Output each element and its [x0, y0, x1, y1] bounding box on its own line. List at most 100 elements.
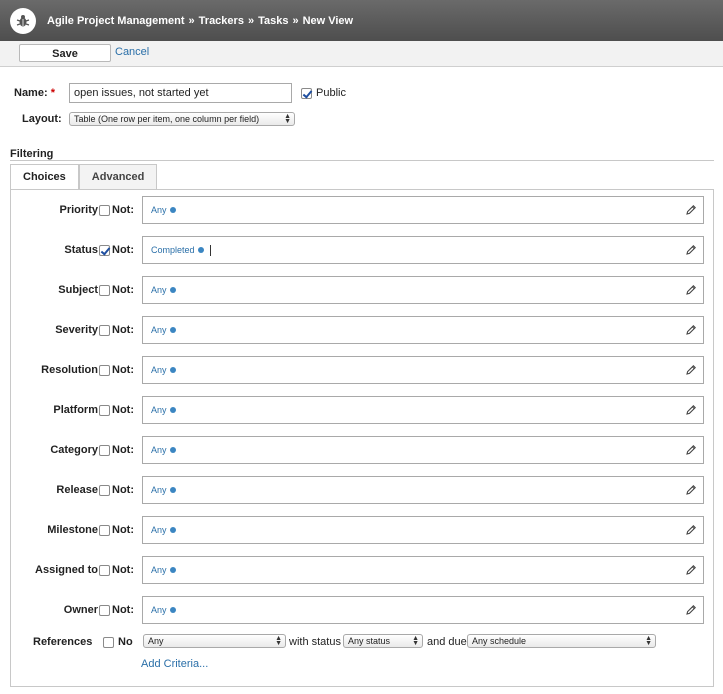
- remove-tag-icon[interactable]: [169, 207, 176, 213]
- value-tag[interactable]: Any: [151, 205, 176, 215]
- not-checkbox[interactable]: [99, 324, 110, 336]
- pencil-icon[interactable]: [685, 364, 697, 376]
- remove-tag-icon[interactable]: [169, 287, 176, 293]
- select-arrows-icon: ▲ ▼: [645, 635, 652, 647]
- filter-value-field[interactable]: Any: [142, 276, 704, 304]
- public-checkbox[interactable]: [301, 87, 312, 99]
- pencil-icon[interactable]: [685, 404, 697, 416]
- not-checkbox[interactable]: [99, 204, 110, 216]
- not-checkbox[interactable]: [99, 284, 110, 296]
- pencil-icon[interactable]: [685, 564, 697, 576]
- value-tag-label: Any: [151, 525, 167, 535]
- filter-row: Assigned to Not: Any: [11, 556, 715, 584]
- filter-value-field[interactable]: Any: [142, 596, 704, 624]
- filter-label: Assigned to: [35, 564, 98, 576]
- references-no-label: No: [118, 636, 133, 648]
- due-select[interactable]: Any schedule ▲ ▼: [467, 634, 656, 648]
- not-checkbox[interactable]: [99, 524, 110, 536]
- layout-select-value: Table (One row per item, one column per …: [74, 114, 260, 124]
- not-checkbox[interactable]: [99, 484, 110, 496]
- pencil-icon[interactable]: [685, 524, 697, 536]
- value-tag-label: Any: [151, 285, 167, 295]
- filter-value-field[interactable]: Completed: [142, 236, 704, 264]
- text-cursor: [210, 245, 211, 256]
- value-tag[interactable]: Any: [151, 405, 176, 415]
- references-no-checkbox[interactable]: [103, 636, 114, 648]
- remove-tag-icon[interactable]: [169, 487, 176, 493]
- filter-row: Release Not: Any: [11, 476, 715, 504]
- not-option: Not:: [99, 284, 134, 296]
- filter-value-field[interactable]: Any: [142, 356, 704, 384]
- filter-value-field[interactable]: Any: [142, 396, 704, 424]
- filter-value-field[interactable]: Any: [142, 316, 704, 344]
- not-checkbox[interactable]: [99, 244, 110, 256]
- cancel-link[interactable]: Cancel: [115, 46, 149, 58]
- filter-tabs: Choices Advanced: [10, 164, 158, 190]
- references-select[interactable]: Any ▲ ▼: [143, 634, 286, 648]
- value-tag-label: Any: [151, 605, 167, 615]
- tab-advanced[interactable]: Advanced: [78, 164, 158, 190]
- value-tag[interactable]: Completed: [151, 245, 204, 255]
- breadcrumb-project[interactable]: Agile Project Management: [47, 15, 185, 27]
- value-tag[interactable]: Any: [151, 565, 176, 575]
- pencil-icon[interactable]: [685, 204, 697, 216]
- filter-value-field[interactable]: Any: [142, 476, 704, 504]
- not-option: Not:: [99, 244, 134, 256]
- breadcrumb-current: New View: [302, 14, 354, 27]
- not-option: Not:: [99, 444, 134, 456]
- not-label: Not:: [112, 484, 134, 496]
- name-field[interactable]: [69, 83, 292, 103]
- pencil-icon[interactable]: [685, 444, 697, 456]
- select-arrows-icon: ▲ ▼: [284, 113, 291, 125]
- remove-tag-icon[interactable]: [169, 567, 176, 573]
- breadcrumb-tasks[interactable]: Tasks: [258, 15, 288, 27]
- pencil-icon[interactable]: [685, 324, 697, 336]
- value-tag-label: Any: [151, 565, 167, 575]
- filter-value-field[interactable]: Any: [142, 556, 704, 584]
- references-label: References: [33, 636, 93, 648]
- remove-tag-icon[interactable]: [169, 367, 176, 373]
- filter-label: Release: [56, 484, 98, 496]
- not-label: Not:: [112, 564, 134, 576]
- filter-value-field[interactable]: Any: [142, 516, 704, 544]
- breadcrumb-separator: »: [188, 14, 195, 27]
- not-checkbox[interactable]: [99, 364, 110, 376]
- not-label: Not:: [112, 444, 134, 456]
- not-checkbox[interactable]: [99, 604, 110, 616]
- not-checkbox[interactable]: [99, 444, 110, 456]
- remove-tag-icon[interactable]: [169, 527, 176, 533]
- filter-row: Owner Not: Any: [11, 596, 715, 624]
- remove-tag-icon[interactable]: [169, 407, 176, 413]
- value-tag[interactable]: Any: [151, 485, 176, 495]
- status-select[interactable]: Any status ▲ ▼: [343, 634, 423, 648]
- tab-choices[interactable]: Choices: [10, 164, 79, 190]
- remove-tag-icon[interactable]: [169, 327, 176, 333]
- value-tag[interactable]: Any: [151, 605, 176, 615]
- breadcrumb-trackers[interactable]: Trackers: [199, 15, 244, 27]
- value-tag[interactable]: Any: [151, 325, 176, 335]
- pencil-icon[interactable]: [685, 284, 697, 296]
- value-tag[interactable]: Any: [151, 285, 176, 295]
- name-label: Name: *: [14, 87, 55, 99]
- remove-tag-icon[interactable]: [169, 447, 176, 453]
- not-checkbox[interactable]: [99, 404, 110, 416]
- value-tag[interactable]: Any: [151, 445, 176, 455]
- value-tag-label: Completed: [151, 245, 195, 255]
- value-tag-label: Any: [151, 205, 167, 215]
- pencil-icon[interactable]: [685, 604, 697, 616]
- pencil-icon[interactable]: [685, 484, 697, 496]
- filter-row: Milestone Not: Any: [11, 516, 715, 544]
- value-tag[interactable]: Any: [151, 365, 176, 375]
- save-button[interactable]: Save: [19, 44, 111, 62]
- add-criteria-link[interactable]: Add Criteria...: [141, 658, 208, 670]
- value-tag[interactable]: Any: [151, 525, 176, 535]
- filter-value-field[interactable]: Any: [142, 436, 704, 464]
- filter-label: Status: [64, 244, 98, 256]
- pencil-icon[interactable]: [685, 244, 697, 256]
- not-checkbox[interactable]: [99, 564, 110, 576]
- layout-select[interactable]: Table (One row per item, one column per …: [69, 112, 295, 126]
- remove-tag-icon[interactable]: [197, 247, 204, 253]
- divider: [10, 160, 714, 161]
- filter-value-field[interactable]: Any: [142, 196, 704, 224]
- remove-tag-icon[interactable]: [169, 607, 176, 613]
